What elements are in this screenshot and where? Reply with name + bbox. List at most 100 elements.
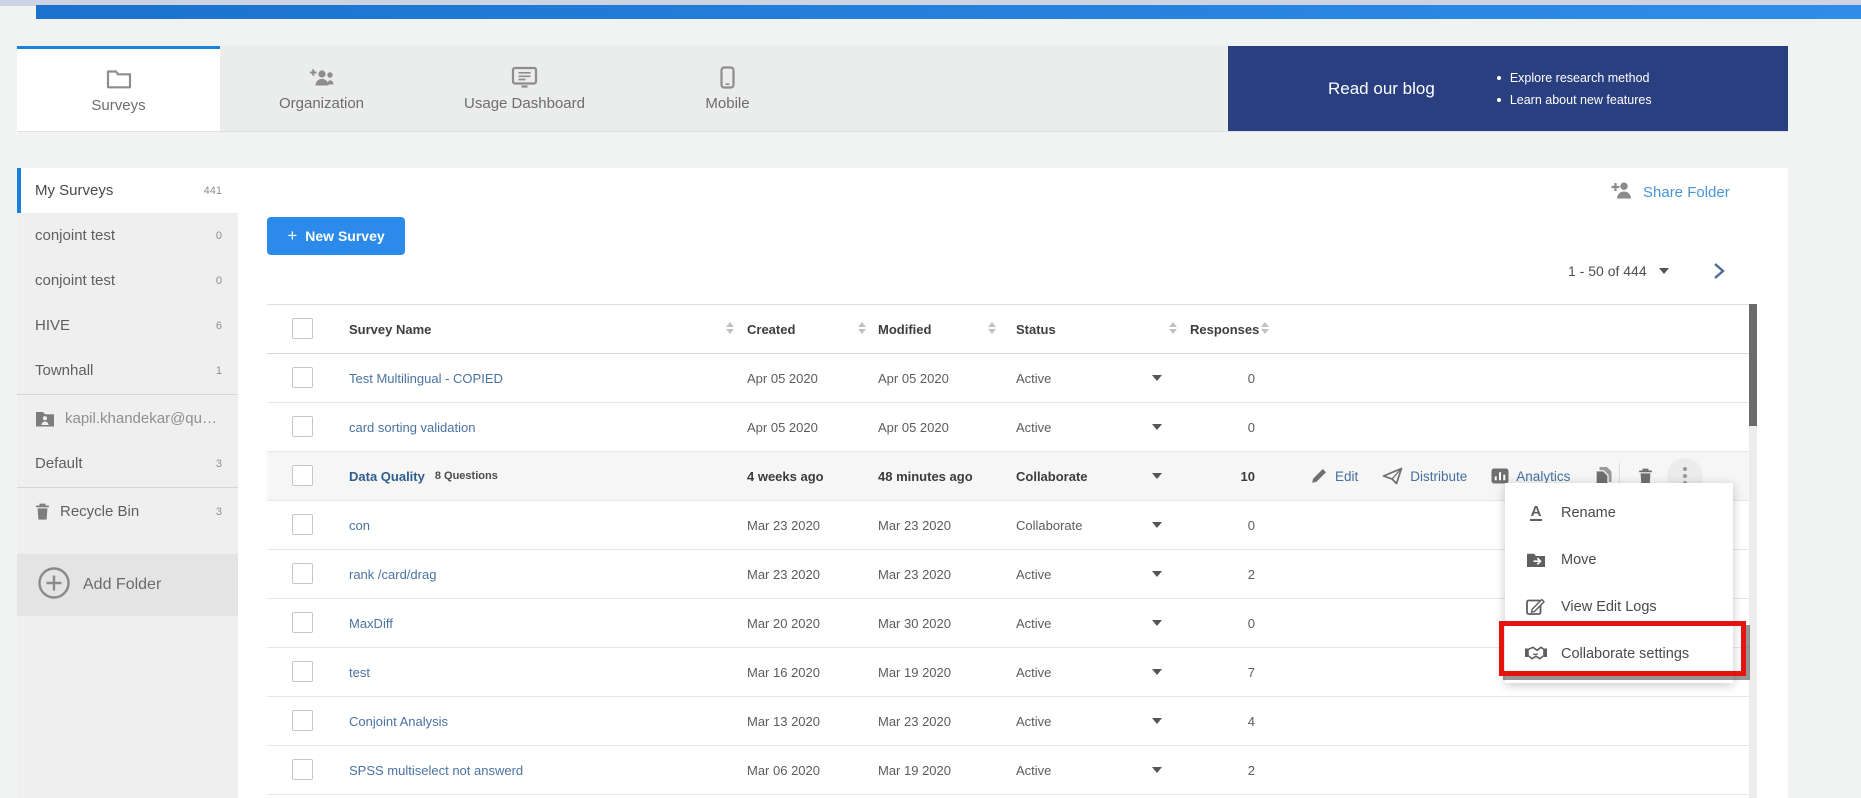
responses-cell: 2 — [1190, 550, 1267, 598]
header-survey-name: Survey Name — [349, 305, 431, 353]
modified-cell: Apr 05 2020 — [878, 354, 949, 402]
status-dropdown-caret[interactable] — [1152, 522, 1162, 528]
status-cell: Collaborate — [1016, 452, 1088, 500]
survey-name-link[interactable]: SPSS multiselect not answerd — [349, 763, 523, 778]
menu-item-view-edit-logs[interactable]: View Edit Logs — [1505, 583, 1733, 630]
banner-bullet-text: Learn about new features — [1510, 93, 1652, 107]
tab-mobile[interactable]: Mobile — [626, 46, 829, 131]
modified-cell: Mar 23 2020 — [878, 697, 951, 745]
menu-item-move[interactable]: Move — [1505, 536, 1733, 583]
trash-icon — [35, 503, 50, 520]
sort-icon[interactable] — [858, 322, 866, 334]
created-cell: Mar 13 2020 — [747, 697, 820, 745]
status-cell: Active — [1016, 697, 1051, 745]
sort-icon[interactable] — [988, 322, 996, 334]
table-scrollbar-track[interactable] — [1749, 304, 1757, 798]
sort-icon[interactable] — [1169, 322, 1177, 334]
created-cell: 4 weeks ago — [747, 452, 824, 500]
analytics-button[interactable]: Analytics — [1491, 468, 1570, 484]
edit-button[interactable]: Edit — [1310, 467, 1358, 485]
bullet-dot-icon — [1497, 98, 1501, 102]
folder-count: 3 — [216, 506, 222, 518]
table-scrollbar-thumb[interactable] — [1749, 304, 1757, 426]
share-folder-icon — [1610, 180, 1633, 204]
tab-organization[interactable]: Organization — [220, 46, 423, 131]
row-checkbox[interactable] — [292, 612, 313, 633]
survey-name-link[interactable]: con — [349, 518, 370, 533]
survey-name-link[interactable]: MaxDiff — [349, 616, 393, 631]
survey-name-link[interactable]: test — [349, 665, 370, 680]
survey-name-link[interactable]: card sorting validation — [349, 420, 475, 435]
status-dropdown-caret[interactable] — [1152, 620, 1162, 626]
menu-item-collaborate-settings[interactable]: Collaborate settings — [1505, 630, 1733, 677]
sidebar-item-townhall[interactable]: Townhall1 — [17, 348, 238, 393]
row-checkbox[interactable] — [292, 465, 313, 486]
responses-cell: 2 — [1190, 746, 1267, 794]
status-dropdown-caret[interactable] — [1152, 375, 1162, 381]
survey-name-cell: Data Quality8 Questions — [349, 452, 498, 500]
sidebar-item-kapil-khandekar-que[interactable]: kapil.khandekar@que... — [17, 396, 238, 441]
add-folder-button[interactable]: Add Folder — [17, 554, 238, 616]
action-label: Distribute — [1410, 469, 1467, 484]
status-dropdown-caret[interactable] — [1152, 571, 1162, 577]
header-status: Status — [1016, 305, 1056, 353]
survey-name-link[interactable]: rank /card/drag — [349, 567, 436, 582]
distribute-button[interactable]: Distribute — [1382, 467, 1467, 485]
sidebar-item-default[interactable]: Default3 — [17, 441, 238, 486]
sidebar-item-hive[interactable]: HIVE6 — [17, 303, 238, 348]
select-all-checkbox[interactable] — [292, 318, 313, 339]
sort-icon[interactable] — [726, 322, 734, 334]
folder-count: 0 — [216, 275, 222, 287]
survey-name-link[interactable]: Data Quality — [349, 469, 425, 484]
action-label: Edit — [1335, 469, 1358, 484]
pagination: 1 - 50 of 444 — [1568, 262, 1727, 280]
row-checkbox[interactable] — [292, 710, 313, 731]
sidebar-item-conjoint-test[interactable]: conjoint test0 — [17, 258, 238, 303]
status-dropdown-caret[interactable] — [1152, 669, 1162, 675]
survey-name-link[interactable]: Conjoint Analysis — [349, 714, 448, 729]
row-checkbox[interactable] — [292, 514, 313, 535]
row-checkbox[interactable] — [292, 661, 313, 682]
sort-up-arrow — [1261, 322, 1269, 327]
mobile-icon — [720, 65, 735, 89]
sidebar-item-recycle-bin[interactable]: Recycle Bin3 — [17, 489, 238, 534]
blog-banner[interactable]: Read our blog Explore research methodLea… — [1228, 46, 1788, 131]
page-size-caret-icon[interactable] — [1659, 268, 1669, 274]
status-dropdown-caret[interactable] — [1152, 767, 1162, 773]
tab-usage-dashboard[interactable]: Usage Dashboard — [423, 46, 626, 131]
row-checkbox[interactable] — [292, 367, 313, 388]
sort-icon[interactable] — [1261, 322, 1269, 334]
edit-icon — [1310, 467, 1328, 485]
header-created: Created — [747, 305, 795, 353]
new-survey-button[interactable]: + New Survey — [267, 217, 405, 255]
next-page-button[interactable] — [1711, 262, 1727, 280]
share-folder-label: Share Folder — [1643, 184, 1730, 201]
modified-cell: Mar 23 2020 — [878, 501, 951, 549]
organization-icon — [307, 65, 337, 89]
row-checkbox[interactable] — [292, 563, 313, 584]
sidebar-item-my-surveys[interactable]: My Surveys441 — [17, 168, 238, 213]
delete-icon[interactable] — [1638, 468, 1653, 485]
table-row[interactable]: card sorting validation Apr 05 2020 Apr 05… — [267, 403, 1750, 452]
table-row[interactable]: Test Multilingual - COPIEDApr 05 2020Apr… — [267, 354, 1750, 403]
menu-item-rename[interactable]: ARename — [1505, 489, 1733, 536]
share-folder-button[interactable]: Share Folder — [1610, 180, 1730, 204]
created-cell: Apr 05 2020 — [747, 403, 818, 451]
status-dropdown-caret[interactable] — [1152, 424, 1162, 430]
folder-label: Default — [35, 455, 216, 472]
folder-label: My Surveys — [35, 182, 204, 199]
modified-cell: Apr 05 2020 — [878, 403, 949, 451]
row-checkbox[interactable] — [292, 759, 313, 780]
banner-title[interactable]: Read our blog — [1328, 79, 1435, 99]
row-checkbox[interactable] — [292, 416, 313, 437]
status-dropdown-caret[interactable] — [1152, 473, 1162, 479]
status-dropdown-caret[interactable] — [1152, 718, 1162, 724]
folder-label: Recycle Bin — [60, 503, 216, 520]
folder-count: 1 — [216, 365, 222, 377]
table-row[interactable]: Conjoint Analysis Mar 13 2020 Mar 23 2020 A… — [267, 697, 1750, 746]
tab-surveys[interactable]: Surveys — [17, 46, 220, 131]
table-row[interactable]: SPSS multiselect not answerdMar 06 2020M… — [267, 746, 1750, 795]
sort-up-arrow — [726, 322, 734, 327]
survey-name-link[interactable]: Test Multilingual - COPIED — [349, 371, 503, 386]
sidebar-item-conjoint-test[interactable]: conjoint test0 — [17, 213, 238, 258]
